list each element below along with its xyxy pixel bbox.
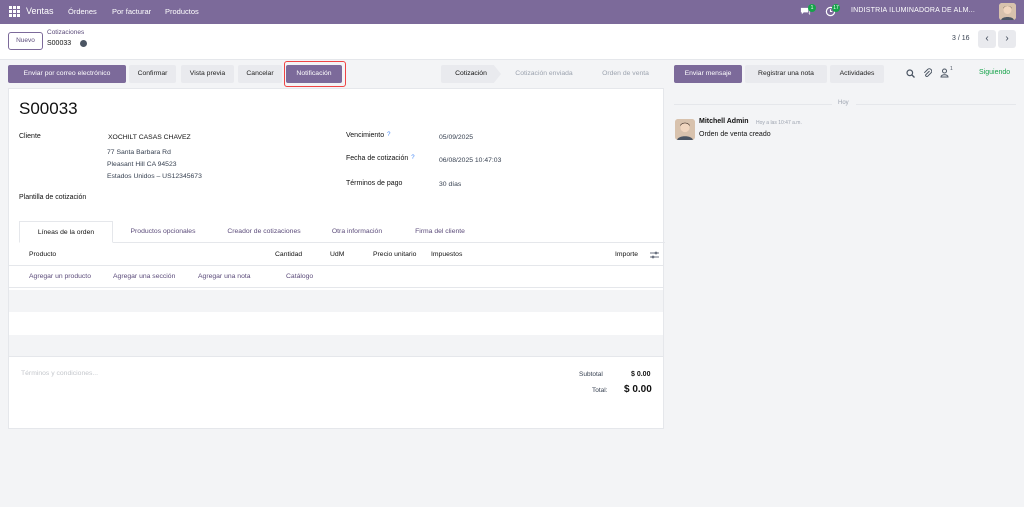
client-street: 77 Santa Barbara Rd — [107, 149, 171, 156]
send-email-button[interactable]: Enviar por correo electrónico — [8, 65, 126, 83]
notebook-tabs: Líneas de la orden Productos opcionales … — [19, 221, 665, 243]
cancel-button[interactable]: Cancelar — [238, 65, 282, 83]
column-amount[interactable]: Importe — [615, 251, 638, 258]
status-cotizacion[interactable]: Cotización — [441, 65, 501, 83]
user-avatar[interactable] — [999, 3, 1016, 20]
empty-row — [9, 335, 663, 357]
form-sheet: S00033 Cliente XOCHILT CASAS CHAVEZ 77 S… — [8, 88, 665, 429]
total-label: Total: — [592, 387, 608, 394]
pager-prev-button[interactable]: ‹ — [978, 30, 996, 48]
terms-field[interactable]: Términos y condiciones... — [21, 370, 98, 377]
record-title: S00033 — [19, 99, 78, 118]
breadcrumb-current: S00033 — [47, 40, 72, 47]
company-switcher[interactable]: INDISTRIA ILUMINADORA DE ALM... — [851, 7, 975, 14]
empty-row — [9, 290, 663, 312]
day-divider — [674, 104, 832, 105]
menu-productos[interactable]: Productos — [165, 7, 199, 16]
template-label: Plantilla de cotización — [19, 194, 87, 201]
menu-por-facturar[interactable]: Por facturar — [112, 7, 151, 16]
tab-other-info[interactable]: Otra información — [319, 221, 395, 243]
confirm-button[interactable]: Confirmar — [129, 65, 176, 83]
tab-quote-builder[interactable]: Creador de cotizaciones — [213, 221, 315, 243]
client-country: Estados Unidos – US12345673 — [107, 173, 202, 180]
highlight-box — [284, 61, 346, 87]
payment-terms-value[interactable]: 30 días — [439, 181, 461, 188]
client-name[interactable]: XOCHILT CASAS CHAVEZ — [108, 134, 191, 141]
tab-optional-products[interactable]: Productos opcionales — [117, 221, 209, 243]
header-divider — [9, 265, 663, 266]
expiry-value[interactable]: 05/09/2025 — [439, 134, 473, 141]
subtotal-value: $ 0.00 — [631, 371, 651, 378]
app-name[interactable]: Ventas — [26, 6, 54, 16]
column-product[interactable]: Producto — [29, 251, 56, 258]
chat-badge: 1 — [808, 4, 816, 12]
expiry-label: Vencimiento? — [346, 132, 391, 139]
message-avatar — [675, 119, 695, 140]
pager-next-button[interactable]: › — [998, 30, 1016, 48]
column-settings-icon[interactable] — [650, 251, 659, 259]
top-navbar: Ventas Órdenes Por facturar Productos 1 … — [0, 0, 1024, 24]
message-body: Orden de venta creado — [699, 131, 771, 138]
add-section-link[interactable]: Agregar una sección — [113, 273, 175, 280]
breadcrumb-parent[interactable]: Cotizaciones — [47, 29, 84, 36]
log-note-button[interactable]: Registrar una nota — [745, 65, 827, 83]
total-value: $ 0.00 — [624, 384, 652, 395]
quote-date-label: Fecha de cotización? — [346, 155, 415, 162]
control-panel: Nuevo Cotizaciones S00033 3 / 16 ‹ › — [0, 24, 1024, 60]
day-divider — [856, 104, 1016, 105]
column-quantity[interactable]: Cantidad — [275, 251, 302, 258]
preview-button[interactable]: Vista previa — [181, 65, 234, 83]
followers-count: 1 — [950, 66, 953, 72]
row-divider — [9, 356, 663, 357]
add-note-link[interactable]: Agregar una nota — [198, 273, 251, 280]
subtotal-label: Subtotal — [579, 371, 603, 378]
quote-date-value[interactable]: 06/08/2025 10:47:03 — [439, 157, 501, 164]
followers-icon[interactable] — [940, 68, 949, 78]
menu-ordenes[interactable]: Órdenes — [68, 7, 97, 16]
column-taxes[interactable]: Impuestos — [431, 251, 462, 258]
activities-button[interactable]: Actividades — [830, 65, 884, 83]
help-icon: ? — [411, 155, 415, 161]
payment-terms-label: Términos de pago — [346, 180, 403, 187]
pager-value[interactable]: 3 / 16 — [952, 35, 970, 42]
client-label: Cliente — [19, 133, 41, 140]
search-icon[interactable] — [906, 69, 915, 78]
message-author[interactable]: Mitchell Admin — [699, 118, 749, 125]
send-message-button[interactable]: Enviar mensaje — [674, 65, 742, 83]
help-icon: ? — [387, 132, 391, 138]
apps-grid-icon[interactable] — [9, 6, 20, 17]
add-product-link[interactable]: Agregar un producto — [29, 273, 91, 280]
column-uom[interactable]: UdM — [330, 251, 344, 258]
day-separator: Hoy — [838, 100, 849, 106]
tab-customer-signature[interactable]: Firma del cliente — [399, 221, 481, 243]
new-button[interactable]: Nuevo — [8, 32, 43, 50]
message-time: Hoy a las 10:47 a.m. — [756, 120, 802, 126]
following-toggle[interactable]: Siguiendo — [979, 69, 1010, 76]
status-orden-de-venta[interactable]: Orden de venta — [586, 65, 665, 83]
status-cotizacion-enviada[interactable]: Cotización enviada — [499, 65, 589, 83]
gear-icon[interactable] — [80, 40, 87, 47]
tab-order-lines[interactable]: Líneas de la orden — [19, 221, 113, 243]
activity-badge: 17 — [832, 4, 840, 12]
catalog-link[interactable]: Catálogo — [286, 273, 313, 280]
column-unit-price[interactable]: Precio unitario — [373, 251, 416, 258]
paperclip-icon[interactable] — [923, 68, 932, 78]
client-city: Pleasant Hill CA 94523 — [107, 161, 177, 168]
row-divider — [9, 287, 663, 288]
